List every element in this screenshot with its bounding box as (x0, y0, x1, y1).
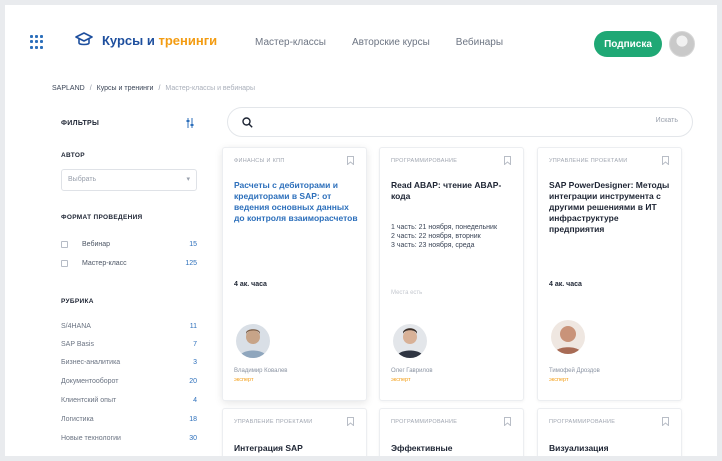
card-category: ФИНАНСЫ И КПП (234, 158, 285, 164)
bookmark-icon[interactable] (347, 417, 354, 426)
course-card[interactable]: ПРОГРАММИРОВАНИЕ Визуализация (537, 408, 682, 456)
bookmark-icon[interactable] (504, 156, 511, 165)
author-avatar (551, 320, 585, 354)
card-duration: 4 ак. часа (234, 281, 267, 288)
author-avatar (236, 324, 270, 358)
author-select[interactable]: Выбрать ▾ (61, 169, 197, 191)
course-card[interactable]: УПРАВЛЕНИЕ ПРОЕКТАМИ Интеграция SAP (222, 408, 367, 456)
app-window: Курсы и тренинги Мастер-классы Авторские… (5, 5, 717, 456)
filters-sidebar: ФИЛЬТРЫ АВТОР Выбрать ▾ ФОРМАТ ПРОВЕДЕНИ… (5, 105, 210, 456)
card-title[interactable]: Эффективные (391, 443, 515, 454)
rubric-item[interactable]: Клиентский опыт 4 (61, 397, 197, 411)
logo-text: Курсы и тренинги (102, 32, 218, 48)
card-category: ПРОГРАММИРОВАНИЕ (549, 419, 616, 425)
rubric-item[interactable]: Новые технологии 30 (61, 435, 197, 449)
author-avatar (393, 324, 427, 358)
card-author: Олег Гаврилов (391, 368, 433, 374)
breadcrumb-home[interactable]: SAPLAND (52, 85, 85, 92)
bookmark-icon[interactable] (662, 156, 669, 165)
main-nav: Мастер-классы Авторские курсы Вебинары (255, 37, 503, 48)
breadcrumb: SAPLAND / Курсы и тренинги / Мастер-клас… (52, 85, 255, 92)
bookmark-icon[interactable] (347, 156, 354, 165)
chevron-down-icon: ▾ (186, 176, 190, 183)
nav-master-classes[interactable]: Мастер-классы (255, 37, 326, 48)
course-card[interactable]: ФИНАНСЫ И КПП Расчеты с дебиторами и кре… (222, 147, 367, 401)
card-author-role: эксперт (549, 377, 569, 383)
subscribe-button[interactable]: Подписка (594, 31, 662, 57)
card-author: Тимофей Дроздов (549, 368, 600, 374)
rubric-item[interactable]: Логистика 18 (61, 416, 197, 430)
filter-settings-icon[interactable] (186, 118, 194, 128)
user-avatar[interactable] (669, 31, 695, 57)
rubric-item[interactable]: Бизнес-аналитика 3 (61, 359, 197, 373)
card-title[interactable]: Расчеты с дебиторами и кредиторами в SAP… (234, 180, 358, 224)
card-category: УПРАВЛЕНИЕ ПРОЕКТАМИ (549, 158, 628, 164)
graduation-cap-icon (75, 32, 93, 46)
author-select-value: Выбрать (68, 176, 97, 183)
format-option-webinar[interactable]: Вебинар 15 (61, 237, 197, 251)
format-section-title: ФОРМАТ ПРОВЕДЕНИЯ (61, 214, 143, 221)
checkbox[interactable] (61, 240, 68, 248)
format-label: Вебинар (82, 240, 111, 248)
card-author-role: эксперт (234, 377, 254, 383)
format-option-master-class[interactable]: Мастер-класс 125 (61, 256, 197, 270)
author-section-title: АВТОР (61, 152, 85, 159)
search-button[interactable]: Искать (656, 117, 678, 124)
logo[interactable]: Курсы и тренинги (75, 31, 217, 49)
card-category: УПРАВЛЕНИЕ ПРОЕКТАМИ (234, 419, 313, 425)
rubric-item[interactable]: Документооборот 20 (61, 378, 197, 392)
search-bar: Искать (227, 107, 693, 137)
card-author-role: эксперт (391, 377, 411, 383)
rubric-section-title: РУБРИКА (61, 298, 94, 305)
format-label: Мастер-класс (82, 259, 127, 267)
format-count: 15 (189, 240, 197, 248)
apps-grid-icon[interactable] (30, 35, 44, 49)
filters-title: ФИЛЬТРЫ (61, 120, 100, 127)
breadcrumb-courses[interactable]: Курсы и тренинги (97, 85, 154, 92)
course-card[interactable]: ПРОГРАММИРОВАНИЕ Read ABAP: чтение ABAP-… (379, 147, 524, 401)
checkbox[interactable] (61, 259, 68, 267)
card-title[interactable]: Визуализация (549, 443, 673, 454)
card-duration: 4 ак. часа (549, 281, 582, 288)
header: Курсы и тренинги Мастер-классы Авторские… (5, 5, 717, 81)
format-count: 125 (185, 259, 197, 267)
course-card[interactable]: УПРАВЛЕНИЕ ПРОЕКТАМИ SAP PowerDesigner: … (537, 147, 682, 401)
bookmark-icon[interactable] (662, 417, 669, 426)
card-category: ПРОГРАММИРОВАНИЕ (391, 419, 458, 425)
card-title[interactable]: SAP PowerDesigner: Методы интеграции инс… (549, 180, 673, 235)
nav-webinars[interactable]: Вебинары (456, 37, 503, 48)
search-icon (242, 117, 253, 128)
course-card[interactable]: ПРОГРАММИРОВАНИЕ Эффективные (379, 408, 524, 456)
bookmark-icon[interactable] (504, 417, 511, 426)
rubric-item[interactable]: S/4HANA 11 (61, 323, 197, 337)
breadcrumb-separator: / (158, 85, 161, 92)
card-schedule: 1 часть: 21 ноября, понедельник 2 часть:… (391, 224, 498, 249)
search-input[interactable] (260, 113, 640, 133)
breadcrumb-separator: / (89, 85, 92, 92)
card-author: Владимир Ковалев (234, 368, 288, 374)
card-category: ПРОГРАММИРОВАНИЕ (391, 158, 458, 164)
card-note: Места есть (391, 290, 423, 296)
nav-author-courses[interactable]: Авторские курсы (352, 37, 430, 48)
card-title[interactable]: Read ABAP: чтение ABAP-кода (391, 180, 515, 202)
card-title[interactable]: Интеграция SAP (234, 443, 358, 454)
rubric-item[interactable]: SAP Basis 7 (61, 341, 197, 355)
breadcrumb-current: Мастер-классы и вебинары (165, 85, 255, 92)
